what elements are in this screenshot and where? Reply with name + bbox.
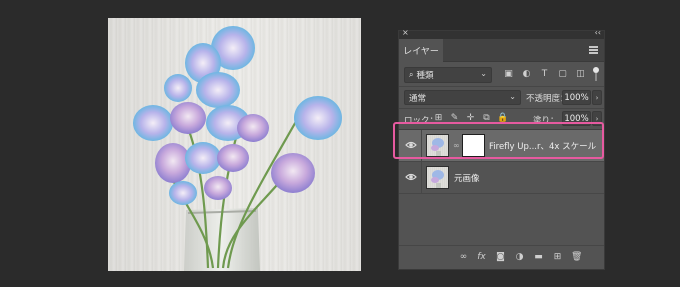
canvas-image	[108, 18, 361, 271]
search-icon: ⌕	[409, 70, 414, 79]
panel-footer: ∞ fx ◙ ◑ ▬ ⊞ 🗑	[399, 245, 604, 269]
panel-title-bar: × ‹‹	[399, 28, 604, 39]
shape-filter-icon[interactable]: ▢	[557, 69, 568, 80]
visibility-eye-icon[interactable]	[405, 140, 417, 150]
fill-label: 塗り：	[533, 116, 559, 126]
layers-list: ∞ Firefly Up...r、4x スケール 元画像	[399, 129, 604, 237]
chevron-down-icon: ⌄	[480, 69, 487, 78]
layer-thumbnail	[426, 134, 449, 157]
layer-filter-row: ⌕ 種類 ⌄ ▣ ◐ T ▢ ◫	[399, 64, 604, 86]
layer-row-firefly-upscale[interactable]: ∞ Firefly Up...r、4x スケール	[399, 130, 604, 162]
close-panel-button[interactable]: ×	[402, 28, 409, 37]
type-filter-icon[interactable]: T	[539, 69, 550, 80]
visibility-eye-icon[interactable]	[405, 172, 417, 182]
opacity-slider-button[interactable]: ›	[592, 90, 602, 105]
tab-layers[interactable]: レイヤー	[399, 39, 443, 62]
layer-name[interactable]: 元画像	[454, 172, 480, 184]
blend-row: 通常 ⌄ 不透明度： 100% ›	[399, 86, 604, 108]
blend-mode-select[interactable]: 通常 ⌄	[404, 90, 521, 105]
lock-image-pixels-icon[interactable]: ✎	[449, 113, 460, 124]
blend-mode-value: 通常	[409, 93, 427, 104]
fill-slider-button[interactable]: ›	[592, 111, 602, 126]
chevron-down-icon: ⌄	[509, 92, 516, 101]
link-layers-icon[interactable]: ∞	[458, 252, 469, 263]
layer-thumbnail	[426, 166, 449, 189]
layer-style-fx-icon[interactable]: fx	[476, 252, 487, 263]
opacity-input[interactable]: 100%	[562, 90, 591, 105]
screen: × ‹‹ レイヤー ⌕ 種類 ⌄ ▣ ◐ T ▢ ◫ 通常 ⌄ 不透明度： 10…	[0, 0, 680, 287]
new-layer-icon[interactable]: ⊞	[552, 252, 563, 263]
layer-name[interactable]: Firefly Up...r、4x スケール	[489, 140, 596, 152]
collapse-panel-button[interactable]: ‹‹	[595, 28, 601, 37]
trash-icon[interactable]: 🗑	[571, 252, 582, 263]
row-divider	[421, 130, 422, 161]
fill-input[interactable]: 100%	[562, 111, 591, 126]
lock-row: ロック： ⊞ ✎ ✛ ⧉ 🔒 塗り： 100% ›	[399, 108, 604, 128]
layers-panel: × ‹‹ レイヤー ⌕ 種類 ⌄ ▣ ◐ T ▢ ◫ 通常 ⌄ 不透明度： 10…	[398, 28, 605, 270]
lock-transparent-pixels-icon[interactable]: ⊞	[433, 113, 444, 124]
layer-mask-thumbnail[interactable]	[462, 134, 485, 157]
adjustment-layer-icon[interactable]: ◑	[514, 252, 525, 263]
row-divider	[421, 162, 422, 193]
new-group-folder-icon[interactable]: ▬	[533, 252, 544, 263]
filter-kind-label: 種類	[416, 71, 434, 81]
sweet-pea-flowers-illustration	[133, 26, 342, 271]
filter-kind-select[interactable]: ⌕ 種類 ⌄	[404, 67, 492, 83]
filter-toggle-stem	[595, 73, 597, 81]
panel-menu-icon[interactable]	[589, 46, 598, 54]
smart-object-filter-icon[interactable]: ◫	[575, 69, 586, 80]
lock-artboard-icon[interactable]: ⧉	[481, 113, 492, 124]
panel-tab-bar: レイヤー	[399, 39, 604, 62]
mask-link-icon[interactable]: ∞	[453, 141, 461, 150]
lock-all-icon[interactable]: 🔒	[497, 113, 508, 124]
add-mask-icon[interactable]: ◙	[495, 252, 506, 263]
lock-position-icon[interactable]: ✛	[465, 113, 476, 124]
adjustment-filter-icon[interactable]: ◐	[521, 69, 532, 80]
layer-row-original-image[interactable]: 元画像	[399, 162, 604, 194]
pixel-filter-icon[interactable]: ▣	[503, 69, 514, 80]
